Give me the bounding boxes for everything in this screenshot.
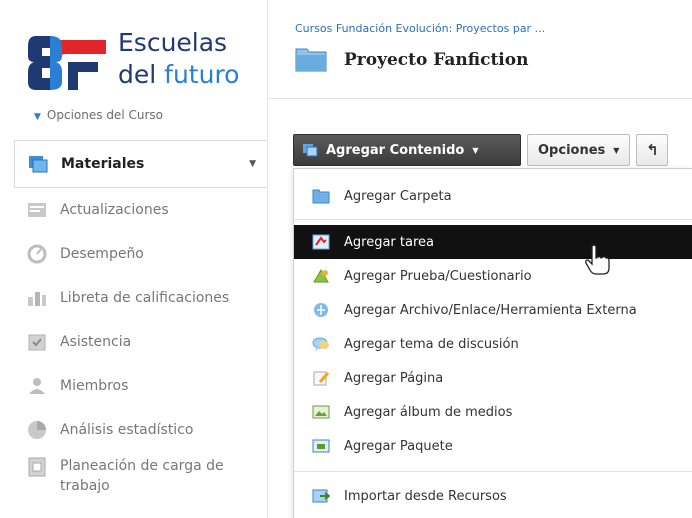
- menu-item-add-file-link[interactable]: Agregar Archivo/Enlace/Herramienta Exter…: [294, 293, 692, 327]
- back-arrow-icon: ↰: [646, 141, 659, 159]
- sidebar-item-label: Actualizaciones: [60, 202, 169, 218]
- sidebar-item-label: Miembros: [60, 378, 129, 394]
- members-icon: [29, 378, 45, 394]
- chevron-down-icon: ▼: [613, 145, 620, 155]
- menu-item-label: Agregar tema de discusión: [344, 336, 519, 352]
- triangle-down-icon: ▼: [34, 112, 41, 122]
- options-button[interactable]: Opciones ▼: [527, 134, 631, 166]
- menu-item-label: Importar desde Recursos: [344, 488, 507, 504]
- sidebar-item-desempeno[interactable]: Desempeño: [14, 232, 266, 276]
- discussion-icon: [312, 337, 329, 351]
- logo-mark-icon: [28, 36, 106, 90]
- course-options-label: Opciones del Curso: [46, 108, 163, 122]
- options-label: Opciones: [538, 142, 606, 158]
- sidebar-item-label: Materiales: [61, 156, 145, 172]
- menu-item-label: Agregar Paquete: [344, 438, 453, 454]
- back-button[interactable]: ↰: [636, 134, 669, 166]
- sidebar-item-label: Planeación de carga de trabajo: [60, 458, 224, 494]
- page-header: Cursos Fundación Evolución: Proyectos pa…: [268, 0, 692, 98]
- sidebar-item-actualizaciones[interactable]: Actualizaciones: [14, 188, 266, 232]
- menu-item-label: Agregar álbum de medios: [344, 404, 513, 420]
- menu-item-add-page[interactable]: Agregar Página: [294, 361, 692, 395]
- menu-item-add-assignment[interactable]: Agregar tarea: [294, 225, 692, 259]
- hand-pointer-icon: [585, 244, 610, 275]
- menu-item-import-resources[interactable]: Importar desde Recursos: [294, 479, 692, 513]
- attendance-icon: [28, 334, 46, 351]
- brand-line2: del futuro: [118, 60, 239, 89]
- assignment-icon: [312, 234, 330, 250]
- sidebar-item-label: Desempeño: [60, 246, 144, 262]
- course-options-toggle[interactable]: ▼ Opciones del Curso: [34, 108, 163, 122]
- sidebar-item-miembros[interactable]: Miembros: [14, 364, 266, 408]
- add-content-label: Agregar Contenido: [326, 142, 465, 158]
- header-divider: [268, 98, 692, 99]
- file-link-icon: [314, 303, 328, 317]
- add-content-menu: Agregar Carpeta Agregar tarea Agregar Pr…: [293, 168, 692, 518]
- folder-icon: [312, 189, 330, 204]
- menu-divider: [294, 219, 692, 220]
- workload-icon: [28, 457, 46, 477]
- menu-item-add-media-album[interactable]: Agregar álbum de medios: [294, 395, 692, 429]
- media-album-icon: [312, 405, 330, 419]
- updates-icon: [28, 203, 46, 217]
- brand-logo[interactable]: Escuelas del futuro: [28, 26, 253, 96]
- menu-item-add-quiz[interactable]: Agregar Prueba/Cuestionario: [294, 259, 692, 293]
- brand-line2-a: del: [118, 60, 157, 89]
- statistics-icon: [28, 421, 46, 439]
- brand-line1: Escuelas: [118, 28, 228, 57]
- gradebook-icon: [28, 292, 46, 306]
- sidebar-nav: Materiales ▼ Actualizaciones Desempeño L…: [14, 140, 266, 506]
- import-icon: [312, 489, 330, 503]
- sidebar-item-materiales[interactable]: Materiales ▼: [14, 140, 266, 188]
- quiz-icon: [313, 269, 329, 283]
- page-title: Proyecto Fanfiction: [344, 50, 529, 70]
- brand-line2-b: futuro: [164, 60, 240, 89]
- sidebar-item-label: Análisis estadístico: [60, 422, 194, 438]
- menu-divider: [294, 471, 692, 472]
- sidebar-item-asistencia[interactable]: Asistencia: [14, 320, 266, 364]
- performance-icon: [27, 244, 47, 264]
- sidebar-item-analisis[interactable]: Análisis estadístico: [14, 408, 266, 452]
- breadcrumb[interactable]: Cursos Fundación Evolución: Proyectos pa…: [295, 22, 545, 35]
- chevron-down-icon: ▼: [249, 159, 256, 169]
- menu-item-add-discussion[interactable]: Agregar tema de discusión: [294, 327, 692, 361]
- menu-item-label: Agregar Prueba/Cuestionario: [344, 268, 532, 284]
- sidebar: Escuelas del futuro ▼ Opciones del Curso …: [0, 0, 268, 518]
- toolbar: Agregar Contenido ▼ Opciones ▼ ↰: [293, 134, 669, 166]
- menu-item-label: Agregar Archivo/Enlace/Herramienta Exter…: [344, 302, 637, 318]
- page-icon: [313, 371, 330, 386]
- menu-item-label: Agregar tarea: [344, 234, 434, 250]
- add-content-button[interactable]: Agregar Contenido ▼: [293, 134, 521, 166]
- sidebar-item-label: Asistencia: [60, 334, 132, 350]
- folder-icon: [295, 48, 327, 72]
- package-icon: [312, 439, 330, 453]
- sidebar-item-libreta[interactable]: Libreta de calificaciones: [14, 276, 266, 320]
- materials-icon: [29, 156, 48, 173]
- menu-item-label: Agregar Página: [344, 370, 444, 386]
- sidebar-item-label: Libreta de calificaciones: [60, 290, 230, 306]
- menu-item-label: Agregar Carpeta: [344, 188, 452, 204]
- menu-item-add-package[interactable]: Agregar Paquete: [294, 429, 692, 463]
- chevron-down-icon: ▼: [472, 145, 479, 155]
- add-content-icon: [303, 144, 318, 157]
- menu-item-add-folder[interactable]: Agregar Carpeta: [294, 179, 692, 213]
- sidebar-item-planeacion[interactable]: Planeación de carga de trabajo: [14, 452, 266, 506]
